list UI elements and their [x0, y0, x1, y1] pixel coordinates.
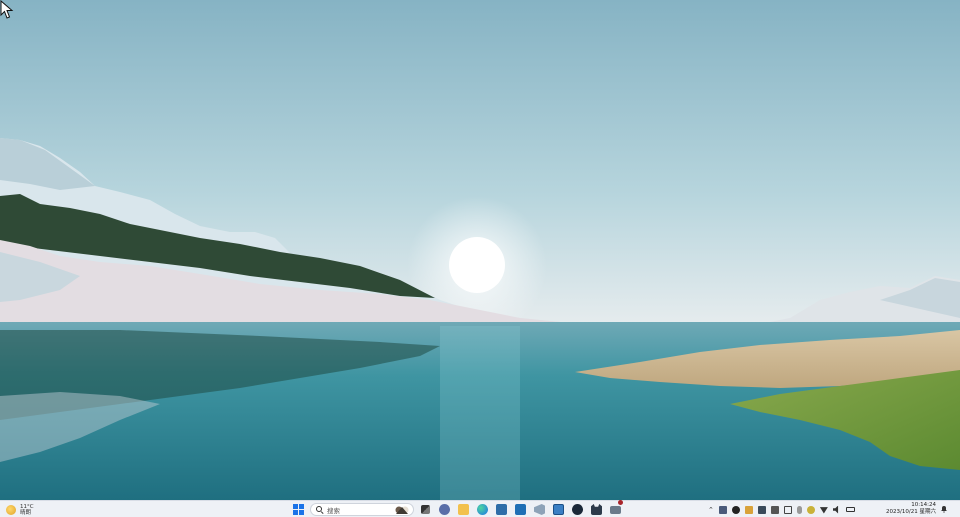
steam-icon [572, 504, 583, 515]
mail-app[interactable] [513, 502, 528, 517]
edge-icon [477, 504, 488, 515]
app-tray-icon[interactable] [718, 505, 727, 514]
volume-icon[interactable] [832, 505, 839, 514]
edge-app[interactable] [475, 502, 490, 517]
monitor-icon [610, 505, 621, 514]
search-icon [316, 506, 323, 513]
store-app[interactable] [494, 502, 509, 517]
clock[interactable]: 10:14:24 2023/10/21 星期六 [882, 502, 936, 516]
qq-icon[interactable] [731, 505, 740, 514]
task-view-button[interactable] [418, 502, 433, 517]
store-icon [496, 504, 507, 515]
task-view-icon [421, 505, 430, 514]
folder-icon [458, 504, 469, 515]
search-placeholder: 搜索 [327, 506, 340, 515]
start-button[interactable] [291, 502, 306, 517]
clock-time: 10:14:24 [911, 502, 936, 508]
remote-desktop-app[interactable] [608, 500, 623, 517]
taskbar: 11°C 晴朗 搜索 ⌃ 10:14:24 2023/10/21 星期六 [0, 500, 960, 517]
app-cat[interactable] [589, 502, 604, 517]
chat-icon [439, 504, 450, 515]
clock-date: 2023/10/21 星期六 [886, 509, 936, 515]
keyboard-icon[interactable] [783, 505, 792, 514]
cat-icon [591, 504, 602, 515]
cube-icon [553, 504, 564, 515]
sun-icon [6, 504, 16, 515]
app-tray-icon-3[interactable] [757, 505, 766, 514]
search-box[interactable]: 搜索 [310, 503, 414, 516]
mail-icon [515, 504, 526, 515]
vscode-icon [534, 504, 545, 515]
chat-app[interactable] [437, 502, 452, 517]
steam-app[interactable] [570, 502, 585, 517]
vscode-app[interactable] [532, 502, 547, 517]
search-highlight-icon [395, 506, 409, 514]
wallpaper-scene [0, 0, 960, 500]
chevron-up-icon[interactable]: ⌃ [708, 506, 714, 514]
weather-condition: 晴朗 [20, 509, 32, 516]
mouse-pointer-icon [0, 0, 14, 19]
app-cube[interactable] [551, 502, 566, 517]
app-tray-icon-4[interactable] [806, 505, 815, 514]
notification-dot [618, 500, 623, 505]
battery-icon[interactable] [845, 507, 855, 512]
taskbar-apps: 搜索 [291, 500, 623, 517]
desktop-wallpaper [0, 0, 960, 500]
notification-bell-icon[interactable] [940, 505, 948, 513]
weather-widget[interactable]: 11°C 晴朗 [6, 503, 34, 516]
file-explorer-app[interactable] [456, 502, 471, 517]
windows-logo-icon [293, 504, 304, 515]
mic-icon[interactable] [796, 505, 802, 514]
system-tray: ⌃ [708, 503, 855, 516]
input-icon[interactable] [770, 505, 779, 514]
app-tray-icon-2[interactable] [744, 505, 753, 514]
wifi-icon[interactable] [819, 507, 828, 514]
